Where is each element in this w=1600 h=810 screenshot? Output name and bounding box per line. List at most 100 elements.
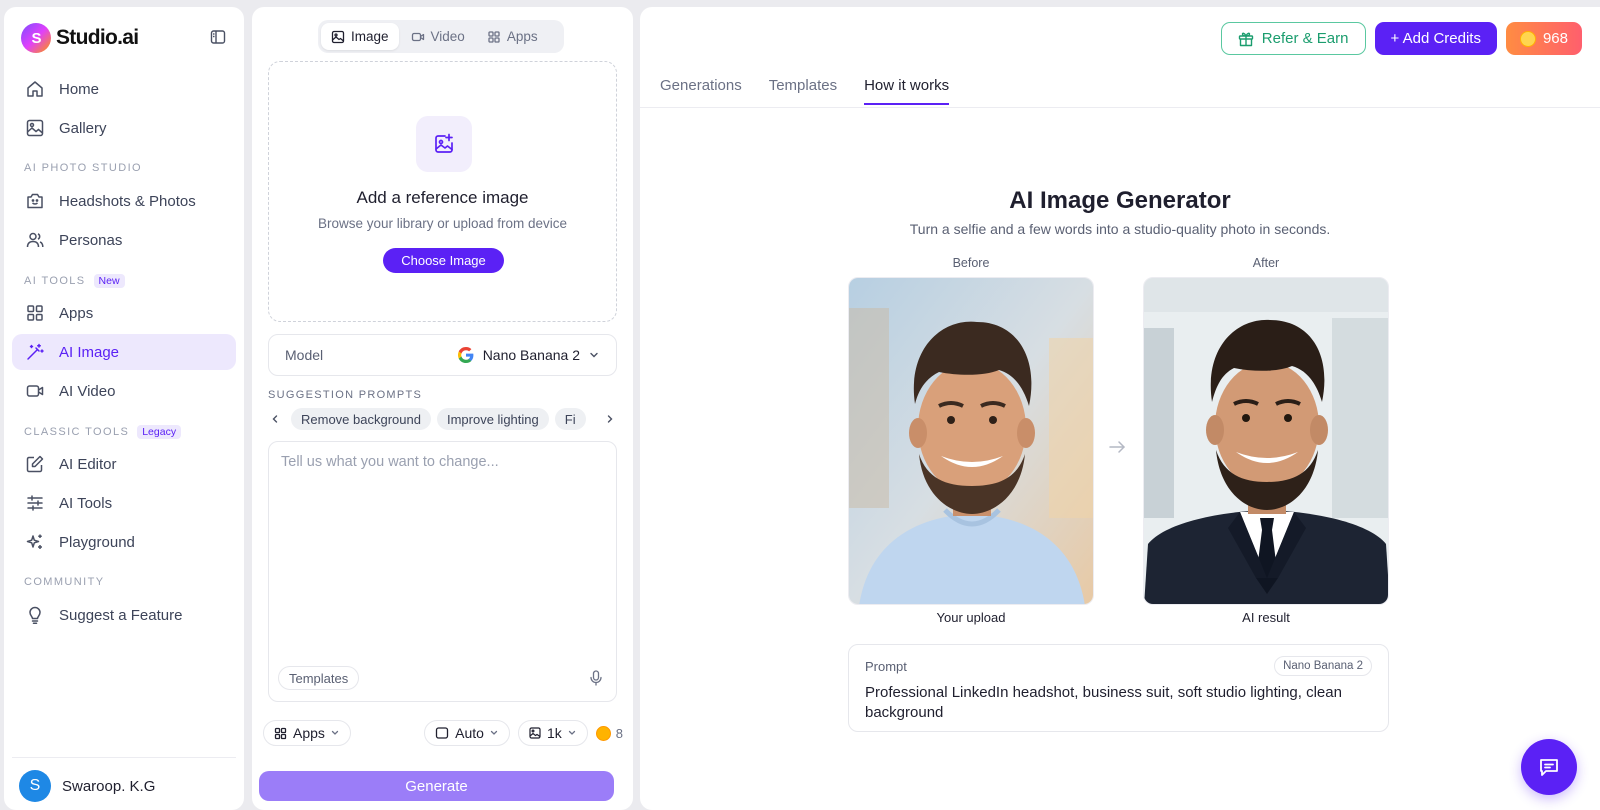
sidebar-item-label: AI Image <box>59 343 120 361</box>
sparkles-icon <box>26 534 42 549</box>
sidebar-item-playground[interactable]: Playground <box>12 524 236 560</box>
sidebar-collapse-icon[interactable] <box>210 29 226 45</box>
sidebar-item-ai-video[interactable]: AI Video <box>12 373 236 409</box>
section-label-community: COMMUNITY <box>24 576 105 588</box>
chevron-right-icon[interactable] <box>603 414 617 424</box>
before-photo <box>848 277 1094 605</box>
generation-cost: 8 <box>595 725 623 741</box>
sidebar-item-home[interactable]: Home <box>12 71 236 107</box>
grid-icon <box>488 30 500 43</box>
sidebar-item-label: Personas <box>59 231 123 249</box>
composer-options-bar: Apps Auto 1k 8 <box>263 720 623 746</box>
arrow-right-icon <box>1109 441 1125 453</box>
lightbulb-icon <box>29 606 41 624</box>
generate-button[interactable]: Generate <box>259 771 614 801</box>
home-icon <box>27 81 43 97</box>
before-label: Before <box>952 256 990 270</box>
prompt-text: Professional LinkedIn headshot, business… <box>865 684 1342 721</box>
section-label-classic-tools: CLASSIC TOOLS Legacy <box>24 425 182 439</box>
sidebar-item-headshots[interactable]: Headshots & Photos <box>12 183 236 219</box>
sidebar-item-apps[interactable]: Apps <box>12 295 236 331</box>
user-name: Swaroop. K.G <box>62 777 156 795</box>
mode-tab-image[interactable]: Image <box>321 23 399 50</box>
logo-mark-icon: S <box>21 23 51 53</box>
suggestion-chip[interactable]: Fi <box>554 408 586 430</box>
model-badge: Nano Banana 2 <box>1274 656 1372 676</box>
sidebar-item-suggest-feature[interactable]: Suggest a Feature <box>12 597 236 633</box>
reference-image-dropzone[interactable]: Add a reference image Browse your librar… <box>268 61 617 322</box>
model-value: Nano Banana 2 <box>482 347 580 363</box>
camera-face-icon <box>27 193 43 209</box>
users-icon <box>26 232 44 248</box>
add-credits-button[interactable]: + Add Credits <box>1374 22 1497 55</box>
section-label-ai-tools: AI TOOLS New <box>24 274 125 288</box>
sidebar-item-ai-image[interactable]: AI Image <box>12 334 236 370</box>
model-label: Model <box>285 347 324 363</box>
tab-generations[interactable]: Generations <box>660 77 742 105</box>
mode-switch: Image Video Apps <box>318 20 564 53</box>
credits-balance[interactable]: 968 <box>1505 22 1582 55</box>
after-photo <box>1143 277 1389 605</box>
sidebar-item-label: Playground <box>59 533 135 551</box>
composer-panel: Image Video Apps Add a reference image B… <box>252 7 633 810</box>
app-logo[interactable]: S Studio.ai <box>21 23 139 53</box>
sidebar-item-label: Gallery <box>59 119 107 137</box>
image-icon <box>529 727 541 739</box>
dropzone-subtitle: Browse your library or upload from devic… <box>317 216 568 231</box>
after-label: After <box>1252 256 1280 270</box>
sidebar-item-ai-editor[interactable]: AI Editor <box>12 446 236 482</box>
chevron-down-icon <box>590 352 598 358</box>
sidebar-item-label: Suggest a Feature <box>59 606 183 624</box>
hero-subtitle: Turn a selfie and a few words into a stu… <box>909 221 1331 237</box>
grid-icon <box>274 727 287 739</box>
add-image-icon <box>416 116 472 172</box>
sidebar-item-label: Apps <box>59 304 94 322</box>
sliders-icon <box>27 495 43 511</box>
video-icon <box>411 32 424 41</box>
sidebar-item-ai-tools[interactable]: AI Tools <box>12 485 236 521</box>
sidebar-item-label: AI Editor <box>59 455 117 473</box>
sidebar-item-gallery[interactable]: Gallery <box>12 110 236 146</box>
resolution-dropdown[interactable]: 1k <box>517 720 588 746</box>
sidebar-item-personas[interactable]: Personas <box>12 222 236 258</box>
mode-tab-video[interactable]: Video <box>401 23 475 50</box>
tab-how-it-works[interactable]: How it works <box>864 77 950 105</box>
section-label-photo-studio: AI PHOTO STUDIO <box>24 162 142 174</box>
suggestion-chip[interactable]: Remove background <box>291 408 431 430</box>
chat-support-button[interactable] <box>1521 739 1577 795</box>
sidebar: S Studio.ai Home Gallery AI PHOTO STUDIO… <box>4 7 244 810</box>
model-dropdown[interactable]: Nano Banana 2 <box>457 347 600 363</box>
apps-dropdown[interactable]: Apps <box>263 720 351 746</box>
templates-button[interactable]: Templates <box>278 666 360 690</box>
header-actions: Refer & Earn + Add Credits 968 <box>1220 22 1582 55</box>
mode-tab-apps[interactable]: Apps <box>477 23 548 50</box>
gift-icon <box>1238 32 1253 46</box>
new-badge: New <box>93 274 125 288</box>
microphone-icon[interactable] <box>589 670 603 686</box>
tab-templates[interactable]: Templates <box>769 77 837 105</box>
chevron-left-icon[interactable] <box>268 414 282 424</box>
user-profile[interactable]: S Swaroop. K.G <box>19 770 155 802</box>
prompt-input[interactable] <box>281 454 604 470</box>
prompt-box: Templates <box>268 441 617 702</box>
sidebar-item-label: Home <box>59 80 100 98</box>
model-selector[interactable]: Model Nano Banana 2 <box>268 334 617 376</box>
sidebar-divider <box>12 757 236 758</box>
chevron-down-icon <box>331 730 339 735</box>
prompt-label: Prompt <box>865 659 907 674</box>
sidebar-item-label: AI Tools <box>59 494 113 512</box>
suggestion-chip[interactable]: Improve lighting <box>436 408 549 430</box>
hero-title: AI Image Generator <box>1009 187 1231 214</box>
suggestion-prompts-label: SUGGESTION PROMPTS <box>268 389 423 401</box>
sidebar-item-label: Headshots & Photos <box>59 192 196 210</box>
main-panel: Refer & Earn + Add Credits 968 Generatio… <box>640 7 1600 810</box>
aspect-ratio-icon <box>436 727 449 739</box>
edit-icon <box>26 455 44 473</box>
grid-icon <box>27 305 43 321</box>
refer-earn-button[interactable]: Refer & Earn <box>1220 22 1366 55</box>
chevron-down-icon <box>490 730 498 735</box>
aspect-ratio-dropdown[interactable]: Auto <box>424 720 510 746</box>
choose-image-button[interactable]: Choose Image <box>383 248 504 273</box>
coin-icon <box>595 725 611 741</box>
dropzone-title: Add a reference image <box>356 188 529 207</box>
